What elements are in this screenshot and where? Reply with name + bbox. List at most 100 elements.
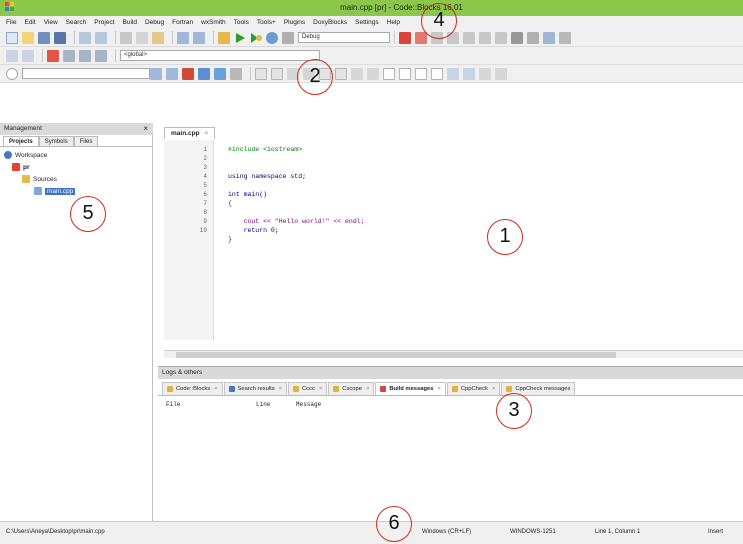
bookmark-clear-icon[interactable] — [95, 49, 107, 62]
build-gear-icon[interactable] — [218, 31, 230, 44]
run-icon[interactable] — [234, 32, 246, 44]
menu-file[interactable]: File — [6, 19, 16, 26]
thesaurus-icon[interactable] — [495, 67, 507, 80]
tab-cscope[interactable]: Cscope × — [328, 382, 375, 396]
box-wide-alt-icon[interactable] — [431, 67, 443, 80]
open-folder-icon[interactable] — [22, 31, 34, 44]
menu-tools[interactable]: Tools — [234, 19, 249, 26]
tab-codeblocks[interactable]: Code::Blocks × — [162, 382, 223, 395]
menu-tools-plus[interactable]: Tools+ — [257, 19, 276, 26]
tree-item-sources[interactable]: Sources — [22, 175, 57, 183]
debug-windows-icon[interactable] — [543, 31, 555, 44]
close-icon[interactable]: × — [143, 123, 148, 135]
bookmark-prev-icon[interactable] — [63, 49, 75, 62]
abort-icon[interactable] — [282, 31, 294, 44]
comment-icon[interactable] — [255, 67, 267, 80]
close-icon[interactable]: × — [214, 383, 217, 396]
scope-select[interactable]: <global> — [120, 50, 320, 61]
redo-icon[interactable] — [95, 31, 107, 44]
zoom-icon[interactable] — [214, 67, 226, 80]
cut-icon[interactable] — [120, 31, 132, 44]
forward-arrow-icon[interactable] — [22, 49, 34, 62]
highlight-icon[interactable] — [182, 67, 194, 80]
tree-item-main-cpp[interactable]: main.cpp — [34, 187, 76, 195]
zoom-in-icon[interactable] — [447, 67, 459, 80]
menu-debug[interactable]: Debug — [145, 19, 164, 26]
tree-item-workspace[interactable]: Workspace — [4, 151, 47, 159]
close-icon[interactable]: × — [366, 383, 369, 396]
tab-label: Search results — [237, 385, 275, 392]
scrollbar-thumb[interactable] — [176, 352, 616, 358]
tree-item-project[interactable]: pr — [12, 163, 30, 171]
editor-tab-main-cpp[interactable]: main.cpp × — [164, 127, 216, 139]
next-instruction-icon[interactable] — [479, 31, 491, 44]
box-alt-icon[interactable] — [399, 67, 411, 80]
fold-icon[interactable] — [351, 67, 363, 80]
tab-cccc[interactable]: Cccc × — [288, 382, 328, 396]
replace-icon[interactable] — [193, 31, 205, 44]
status-bar: C:\Users\Aneya\Desktop\pr\main.cpp Windo… — [0, 521, 743, 544]
paste-icon[interactable] — [152, 31, 164, 44]
wand-icon[interactable] — [230, 67, 242, 80]
box-icon[interactable] — [383, 67, 395, 80]
line-number: 8 — [203, 209, 207, 216]
tree-label-workspace: Workspace — [15, 151, 48, 159]
close-icon[interactable]: × — [437, 383, 440, 396]
new-file-icon[interactable] — [6, 31, 18, 44]
rebuild-icon[interactable] — [266, 31, 278, 44]
copy-icon[interactable] — [136, 31, 148, 44]
horizontal-scrollbar[interactable] — [164, 350, 743, 358]
menu-doxyblocks[interactable]: DoxyBlocks — [313, 19, 347, 26]
pause-icon[interactable] — [511, 31, 523, 44]
menu-wxsmith[interactable]: wxSmith — [201, 19, 226, 26]
spell-icon[interactable] — [479, 67, 491, 80]
debug-icon[interactable] — [399, 31, 411, 44]
build-icon — [380, 386, 387, 392]
close-icon[interactable]: × — [492, 383, 495, 396]
close-icon[interactable]: × — [279, 383, 282, 396]
menu-build[interactable]: Build — [123, 19, 137, 26]
step-into-instruction-icon[interactable] — [495, 31, 507, 44]
close-icon[interactable]: × — [205, 130, 209, 137]
save-all-icon[interactable] — [54, 31, 66, 44]
jump-back-icon[interactable] — [150, 67, 162, 80]
tab-files[interactable]: Files — [73, 136, 99, 146]
step-out-icon[interactable] — [463, 31, 475, 44]
menu-project[interactable]: Project — [94, 19, 114, 26]
unfold-icon[interactable] — [367, 67, 379, 80]
menu-view[interactable]: View — [44, 19, 58, 26]
build-and-run-icon[interactable] — [250, 32, 262, 44]
save-icon[interactable] — [38, 31, 50, 44]
tab-symbols[interactable]: Symbols — [38, 136, 74, 146]
bookmark-toggle-icon[interactable] — [47, 49, 59, 62]
tab-projects[interactable]: Projects — [3, 136, 39, 146]
search-option-icon[interactable] — [6, 67, 18, 80]
undo-icon[interactable] — [79, 31, 91, 44]
tab-build-messages[interactable]: Build messages × — [375, 382, 446, 395]
editor-pane[interactable]: main.cpp × 1 2 3 4 5 6 7 8 9 10 #include … — [158, 123, 743, 363]
back-arrow-icon[interactable] — [6, 49, 18, 62]
zoom-out-icon[interactable] — [463, 67, 475, 80]
jump-forward-icon[interactable] — [166, 67, 178, 80]
box-wide-icon[interactable] — [415, 67, 427, 80]
toolbar-separator — [250, 67, 251, 80]
close-icon[interactable]: × — [319, 383, 322, 396]
menu-fortran[interactable]: Fortran — [172, 19, 193, 26]
various-info-icon[interactable] — [559, 31, 571, 44]
menu-plugins[interactable]: Plugins — [284, 19, 305, 26]
tab-label: Cccc — [302, 385, 315, 392]
menu-edit[interactable]: Edit — [24, 19, 35, 26]
function-select[interactable] — [22, 68, 150, 79]
menu-search[interactable]: Search — [66, 19, 87, 26]
tab-search-results[interactable]: Search results × — [223, 382, 287, 396]
build-target-select[interactable]: Debug — [298, 32, 390, 43]
select-icon[interactable] — [198, 67, 210, 80]
unindent-icon[interactable] — [335, 67, 347, 80]
stop-debugger-icon[interactable] — [527, 31, 539, 44]
tab-cppcheck[interactable]: CppCheck × — [446, 382, 501, 396]
menu-settings[interactable]: Settings — [355, 19, 379, 26]
menu-help[interactable]: Help — [387, 19, 400, 26]
bookmark-next-icon[interactable] — [79, 49, 91, 62]
uncomment-icon[interactable] — [271, 67, 283, 80]
find-icon[interactable] — [177, 31, 189, 44]
